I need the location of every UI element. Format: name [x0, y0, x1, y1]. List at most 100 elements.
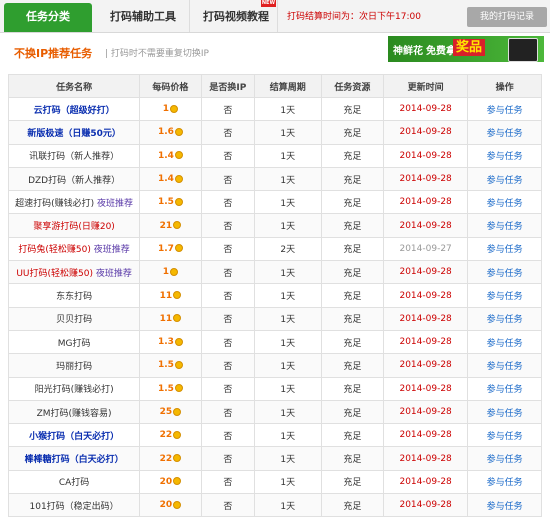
resource-cell: 充足 [320, 190, 385, 215]
task-name[interactable]: DZD打码（新人推荐） [28, 176, 120, 186]
tab-helper-tools[interactable]: 打码辅助工具 [97, 0, 190, 32]
cycle-cell: 1天 [253, 493, 322, 517]
task-name[interactable]: CA打码 [59, 478, 89, 488]
ip-cell: 否 [200, 376, 255, 401]
action-cell: 参与任务 [467, 399, 542, 425]
task-name[interactable]: 超速打码(赚钱必打) [15, 199, 94, 209]
task-name[interactable]: 玛丽打码 [56, 362, 92, 372]
price-value: 11 [159, 313, 173, 324]
update-time-cell: 2014-09-28 [383, 306, 469, 331]
action-cell: 参与任务 [467, 376, 542, 401]
resource-cell: 充足 [320, 493, 385, 517]
join-task-link[interactable]: 参与任务 [487, 502, 523, 512]
join-task-link[interactable]: 参与任务 [487, 339, 523, 349]
task-name-cell: 打码兔(轻松赚50) 夜班推荐 [7, 236, 141, 262]
coin-icon [170, 267, 179, 276]
resource-cell: 充足 [320, 143, 385, 168]
join-task-link[interactable]: 参与任务 [487, 199, 523, 209]
coin-icon [174, 244, 183, 253]
join-task-link[interactable]: 参与任务 [487, 129, 523, 139]
join-task-link[interactable]: 参与任务 [487, 245, 523, 255]
join-task-link[interactable]: 参与任务 [487, 106, 523, 116]
task-name[interactable]: 聚享游打码(日赚20) [33, 222, 114, 232]
coin-icon [174, 197, 183, 206]
header-cycle: 结算周期 [253, 74, 322, 98]
cycle-cell: 1天 [253, 376, 322, 401]
tab-video-tutorial[interactable]: 打码视频教程 NEW [195, 0, 278, 32]
task-name[interactable]: 东东打码 [56, 292, 92, 302]
ip-cell: 否 [200, 166, 255, 192]
update-time-cell: 2014-09-28 [383, 353, 469, 378]
task-name[interactable]: 101打码（稳定出码） [30, 502, 119, 512]
coin-icon [174, 174, 183, 183]
coin-icon [174, 384, 183, 393]
new-badge: NEW [260, 0, 276, 7]
resource-cell: 充足 [320, 166, 385, 192]
update-date: 2014-09-28 [399, 127, 452, 138]
price-cell: 1.5 [139, 376, 202, 401]
resource-cell: 充足 [320, 469, 385, 495]
section-header: 不换IP推荐任务 | 打码时不需要重复切换IP 神鲜花 免费拿 奖品 [0, 32, 550, 72]
join-task-link[interactable]: 参与任务 [487, 269, 523, 279]
join-task-link[interactable]: 参与任务 [487, 385, 523, 395]
task-name[interactable]: 阳光打码(赚钱必打) [35, 385, 114, 395]
task-name[interactable]: 新版极速（日赚50元） [27, 129, 121, 139]
task-name[interactable]: MG打码 [58, 339, 91, 349]
task-name[interactable]: 小猴打码（白天必打） [29, 432, 119, 442]
join-task-link[interactable]: 参与任务 [487, 432, 523, 442]
my-records-button[interactable]: 我的打码记录 [467, 7, 547, 27]
task-name[interactable]: 讯联打码（新人推荐） [29, 152, 119, 162]
cycle-cell: 1天 [253, 423, 322, 448]
price-value: 1.7 [157, 243, 174, 254]
task-name[interactable]: 贝贝打码 [56, 315, 92, 325]
update-time-cell: 2014-09-28 [383, 446, 469, 471]
update-date: 2014-09-28 [399, 360, 452, 371]
cycle-cell: 1天 [253, 353, 322, 378]
join-task-link[interactable]: 参与任务 [487, 315, 523, 325]
promo-banner[interactable]: 神鲜花 免费拿 奖品 [388, 36, 544, 62]
banner-text-1: 神鲜花 [393, 46, 423, 57]
task-name[interactable]: 打码兔(轻松赚50) [18, 245, 90, 255]
coin-icon [173, 500, 182, 509]
update-time-cell: 2014-09-28 [383, 213, 469, 238]
coin-icon [173, 454, 182, 463]
table-row: 聚享游打码(日赚20) 21 否 1天 充足 2014-09-28 参与任务 [7, 213, 542, 238]
task-name[interactable]: ZM打码(赚钱容易) [37, 409, 112, 419]
price-cell: 1.6 [139, 120, 202, 145]
join-task-link[interactable]: 参与任务 [487, 222, 523, 232]
price-value: 1.4 [157, 174, 174, 185]
join-task-link[interactable]: 参与任务 [487, 292, 523, 302]
task-name[interactable]: UU打码(轻松赚50) [16, 269, 93, 279]
task-name[interactable]: 棒棒糖打码（白天必打） [25, 455, 124, 465]
action-cell: 参与任务 [467, 190, 542, 215]
join-task-link[interactable]: 参与任务 [487, 152, 523, 162]
update-date: 2014-09-28 [399, 150, 452, 161]
price-value: 1.4 [157, 150, 174, 161]
price-cell: 20 [139, 469, 202, 495]
join-task-link[interactable]: 参与任务 [487, 362, 523, 372]
price-value: 1.6 [157, 127, 174, 138]
price-cell: 22 [139, 423, 202, 448]
join-task-link[interactable]: 参与任务 [487, 478, 523, 488]
task-name-cell: ZM打码(赚钱容易) [7, 399, 141, 425]
task-name-cell: MG打码 [7, 329, 141, 355]
action-cell: 参与任务 [467, 120, 542, 145]
join-task-link[interactable]: 参与任务 [487, 455, 523, 465]
join-task-link[interactable]: 参与任务 [487, 409, 523, 419]
coin-icon [174, 337, 183, 346]
join-task-link[interactable]: 参与任务 [487, 176, 523, 186]
table-row: UU打码(轻松赚50) 夜班推荐 1 否 1天 充足 2014-09-28 参与任务 [7, 260, 542, 285]
table-header-row: 任务名称 每码价格 是否换IP 结算周期 任务资源 更新时间 操作 [7, 74, 542, 98]
price-cell: 1.5 [139, 353, 202, 378]
header-name: 任务名称 [7, 74, 141, 98]
update-time-cell: 2014-09-28 [383, 96, 469, 122]
banner-text-2: 免费拿 [426, 46, 456, 57]
task-name[interactable]: 云打码（超级好打） [34, 106, 115, 116]
update-date: 2014-09-28 [399, 407, 452, 417]
tab-task-category[interactable]: 任务分类 [4, 3, 92, 32]
update-date: 2014-09-28 [399, 220, 452, 231]
update-time-cell: 2014-09-28 [383, 143, 469, 168]
ip-cell: 否 [200, 353, 255, 378]
table-row: 小猴打码（白天必打） 22 否 1天 充足 2014-09-28 参与任务 [7, 423, 542, 448]
resource-cell: 充足 [320, 399, 385, 425]
